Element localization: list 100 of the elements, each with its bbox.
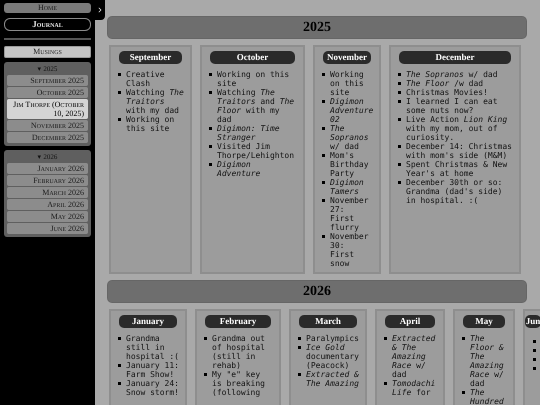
- bullet-icon: [118, 364, 121, 367]
- bullet-icon: [322, 127, 325, 130]
- journal-entry: The Sopranos w/ dad: [330, 124, 369, 151]
- bullet-icon: [118, 337, 121, 340]
- journal-entry: Spent Christmas & New Year's at home: [406, 160, 508, 178]
- journal-entry: Digimon Tamers: [330, 178, 364, 196]
- journal-entry: Mom's Birthday Party: [330, 151, 369, 178]
- bullet-icon: [298, 337, 301, 340]
- sidebar-link[interactable]: November 2025: [7, 120, 88, 131]
- journal-entry: Ice Gold documentary (Peacock): [306, 343, 359, 370]
- chevron-right-icon: [96, 6, 104, 14]
- sidebar-link[interactable]: April 2026: [7, 199, 88, 210]
- month-heading: January: [119, 315, 177, 328]
- journal-entry: Christmas Movies!: [406, 88, 488, 97]
- month-heading: May: [463, 315, 505, 328]
- bullet-icon: [398, 91, 401, 94]
- sidebar-link[interactable]: Jim Thorpe (October 10, 2025): [7, 99, 88, 119]
- bullet-icon: [533, 358, 536, 361]
- month-heading: March: [299, 315, 357, 328]
- month-heading: Jun: [525, 315, 540, 328]
- bullet-icon: [533, 367, 536, 370]
- journal-entry: Grandma still in hospital :(: [126, 334, 179, 361]
- sidebar-link[interactable]: March 2026: [7, 187, 88, 198]
- bullet-icon: [118, 91, 121, 94]
- journal-entry: Paralympics: [306, 334, 359, 343]
- month-heading: September: [119, 51, 182, 64]
- bullet-icon: [322, 154, 325, 157]
- bullet-icon: [533, 349, 536, 352]
- journal-entry: December 30th or so: Grandma (dad's side) in hospital. :(: [406, 178, 502, 205]
- bullet-icon: [462, 337, 465, 340]
- journal-entry: Working on this site: [330, 70, 364, 97]
- journal-entry: Watching The Traitors with my dad: [126, 88, 184, 115]
- sidebar-link[interactable]: September 2025: [7, 75, 88, 86]
- bullet-icon: [398, 73, 401, 76]
- journal-entry: The Sopranos w/ dad: [406, 70, 498, 79]
- bullet-icon: [322, 181, 325, 184]
- bullet-icon: [322, 199, 325, 202]
- month-heading: December: [399, 51, 511, 64]
- bullet-icon: [209, 73, 212, 76]
- bullet-icon: [384, 382, 387, 385]
- journal-entry: November 27: First flurry: [330, 196, 369, 232]
- sidebar-link[interactable]: October 2025: [7, 87, 88, 98]
- bullet-icon: [462, 391, 465, 394]
- journal-entry: Digimon Adventure: [217, 160, 260, 178]
- sidebar-link[interactable]: December 2025: [7, 132, 88, 143]
- bullet-icon: [398, 181, 401, 184]
- bullet-icon: [322, 73, 325, 76]
- bullet-icon: [204, 337, 207, 340]
- sidebar-link[interactable]: May 2026: [7, 211, 88, 222]
- bullet-icon: [204, 373, 207, 376]
- bullet-icon: [398, 163, 401, 166]
- bullet-icon: [118, 118, 121, 121]
- collapse-button[interactable]: [95, 0, 105, 20]
- bullet-icon: [322, 235, 325, 238]
- sidebar-link[interactable]: February 2026: [7, 175, 88, 186]
- nav-link[interactable]: Journal: [4, 18, 91, 31]
- bullet-icon: [398, 145, 401, 148]
- journal-entry: My "e" key is breaking (following: [212, 370, 265, 397]
- journal-entry: Digimon Adventure 02: [330, 97, 374, 124]
- journal-entry: Working on this site: [126, 115, 174, 133]
- journal-entry: Working on this site: [217, 70, 290, 88]
- journal-entry: The Floor & The Amazing Race w/ dad: [470, 334, 504, 388]
- bullet-icon: [209, 127, 212, 130]
- journal-entry: November 30: First snow: [330, 232, 369, 268]
- bullet-icon: [118, 73, 121, 76]
- bullet-icon: [398, 82, 401, 85]
- journal-entry: Extracted & The Amazing: [306, 370, 359, 388]
- bullet-icon: [533, 340, 536, 343]
- month-heading: November: [323, 51, 371, 64]
- month-heading: October: [210, 51, 295, 64]
- journal-entry: The Hundred: [470, 388, 504, 405]
- journal-entry: Watching The Traitors and The Floor with my dad: [217, 88, 294, 124]
- bullet-icon: [384, 337, 387, 340]
- journal-entry: The Floor /w dad: [406, 79, 484, 88]
- year-banner: 2025: [107, 16, 527, 39]
- journal-entry: I learned I can eat some nuts now?: [406, 97, 498, 115]
- sidebar-link[interactable]: January 2026: [7, 163, 88, 174]
- journal-entry: Digimon: Time Stranger: [217, 124, 280, 142]
- bullet-icon: [398, 100, 401, 103]
- month-heading: April: [385, 315, 435, 328]
- nav-link[interactable]: Musings: [4, 46, 91, 58]
- journal-entry: December 14: Christmas with mom's side (M&M): [406, 142, 512, 160]
- bullet-icon: [209, 145, 212, 148]
- bullet-icon: [398, 118, 401, 121]
- bullet-icon: [209, 91, 212, 94]
- bullet-icon: [298, 373, 301, 376]
- journal-entry: Creative Clash: [126, 70, 165, 88]
- bullet-icon: [209, 163, 212, 166]
- year-banner: 2026: [107, 280, 527, 303]
- bullet-icon: [322, 100, 325, 103]
- journal-entry: January 11: Farm Show!: [126, 361, 179, 379]
- month-heading: February: [205, 315, 271, 328]
- journal-entry: Live Action Lion King with my mom, out of curiosity.: [406, 115, 508, 142]
- nav-link[interactable]: Home: [4, 3, 91, 13]
- journal-entry: Tomodachi Life for: [392, 379, 436, 397]
- bullet-icon: [298, 346, 301, 349]
- journal-entry: Visited Jim Thorpe/Lehighton: [217, 142, 294, 160]
- journal-entry: January 24: Snow storm!: [126, 379, 179, 397]
- sidebar-link[interactable]: June 2026: [7, 223, 88, 234]
- journal-entry: Grandma out of hospital (still in rehab): [212, 334, 265, 370]
